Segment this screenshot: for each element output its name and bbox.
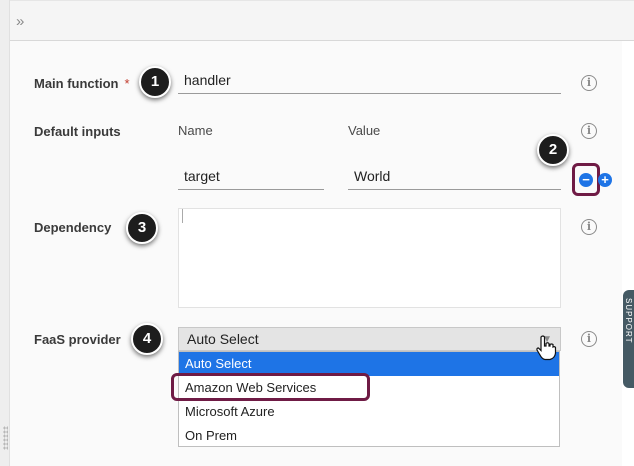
dependency-label: Dependency: [34, 220, 112, 235]
dependency-textarea[interactable]: [178, 208, 561, 308]
aws-option-highlight: [171, 373, 370, 401]
callout-2: 2: [537, 134, 569, 166]
faas-provider-info-icon[interactable]: i: [581, 331, 597, 347]
add-input-icon[interactable]: +: [598, 173, 612, 187]
remove-input-icon[interactable]: −: [579, 173, 593, 187]
callout-4: 4: [131, 323, 163, 355]
faas-provider-label: FaaS provider: [34, 332, 121, 347]
value-column-header: Value: [348, 123, 381, 138]
resize-grip[interactable]: [3, 426, 8, 450]
text-caret: [182, 209, 183, 223]
top-bar-edge: [10, 0, 634, 3]
name-column-header: Name: [178, 123, 213, 138]
dependency-info-icon[interactable]: i: [581, 219, 597, 235]
callout-1: 1: [139, 66, 171, 98]
input-name-field[interactable]: [178, 166, 324, 190]
main-function-label-text: Main function: [34, 76, 119, 91]
default-inputs-info-icon[interactable]: i: [581, 123, 597, 139]
option-microsoft-azure[interactable]: Microsoft Azure: [179, 400, 559, 424]
callout-3: 3: [126, 212, 158, 244]
left-strip: [0, 0, 10, 466]
main-function-label: Main function *: [34, 76, 130, 91]
expand-panel-icon[interactable]: »: [16, 14, 24, 29]
option-on-prem[interactable]: On Prem: [179, 424, 559, 448]
default-inputs-label: Default inputs: [34, 124, 121, 139]
top-bar: [10, 0, 634, 41]
faas-provider-select[interactable]: Auto Select ▼: [178, 327, 561, 351]
main-function-info-icon[interactable]: i: [581, 75, 597, 91]
main-function-input[interactable]: [178, 70, 561, 94]
hand-cursor-icon: [536, 335, 557, 361]
required-marker: *: [124, 76, 130, 91]
faas-provider-selected: Auto Select: [187, 331, 259, 347]
support-tab[interactable]: SUPPORT: [623, 290, 634, 388]
support-tab-label: SUPPORT: [624, 298, 633, 344]
input-value-field[interactable]: [348, 166, 561, 190]
